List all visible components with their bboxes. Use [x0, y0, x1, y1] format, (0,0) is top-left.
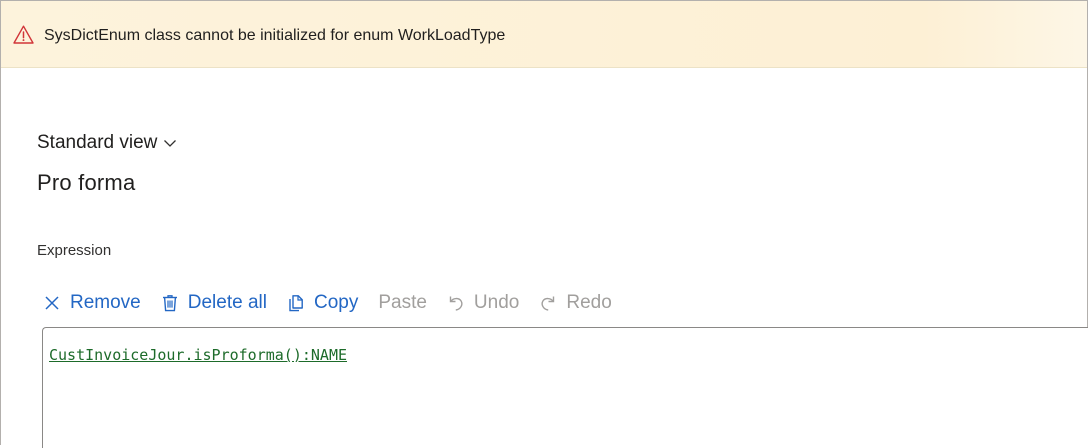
- copy-button[interactable]: Copy: [287, 290, 358, 316]
- warning-message: SysDictEnum class cannot be initialized …: [44, 27, 506, 44]
- undo-icon: [449, 296, 463, 311]
- redo-icon: [541, 296, 555, 311]
- close-icon: [45, 296, 59, 310]
- form-frame: SysDictEnum class cannot be initialized …: [0, 0, 1088, 448]
- delete-all-button[interactable]: Delete all: [161, 290, 267, 316]
- expression-label: Expression: [37, 242, 112, 259]
- remove-button[interactable]: Remove: [43, 290, 141, 316]
- view-selector-label: Standard view: [37, 132, 158, 153]
- expression-toolbar: Remove Delete all Copy Paste Undo Redo: [43, 289, 632, 317]
- redo-button[interactable]: Redo: [539, 290, 612, 316]
- paste-button-label: Paste: [378, 292, 427, 313]
- undo-button[interactable]: Undo: [447, 290, 519, 316]
- paste-button[interactable]: Paste: [378, 290, 427, 316]
- expression-editor[interactable]: CustInvoiceJour.isProforma():NAME: [42, 327, 1088, 448]
- redo-button-label: Redo: [566, 292, 612, 313]
- delete-all-button-label: Delete all: [187, 292, 267, 313]
- chevron-down-icon: [164, 140, 177, 147]
- warning-triangle-icon: [13, 25, 34, 44]
- warning-bar: SysDictEnum class cannot be initialized …: [1, 1, 1087, 68]
- copy-icon: [289, 295, 303, 312]
- trash-icon: [162, 295, 177, 312]
- copy-button-label: Copy: [313, 292, 359, 313]
- page-title: Pro forma: [37, 170, 136, 195]
- remove-button-label: Remove: [70, 292, 141, 313]
- undo-button-label: Undo: [473, 292, 520, 313]
- expression-link[interactable]: CustInvoiceJour.isProforma():NAME: [49, 345, 347, 365]
- view-selector[interactable]: Standard view: [37, 131, 177, 155]
